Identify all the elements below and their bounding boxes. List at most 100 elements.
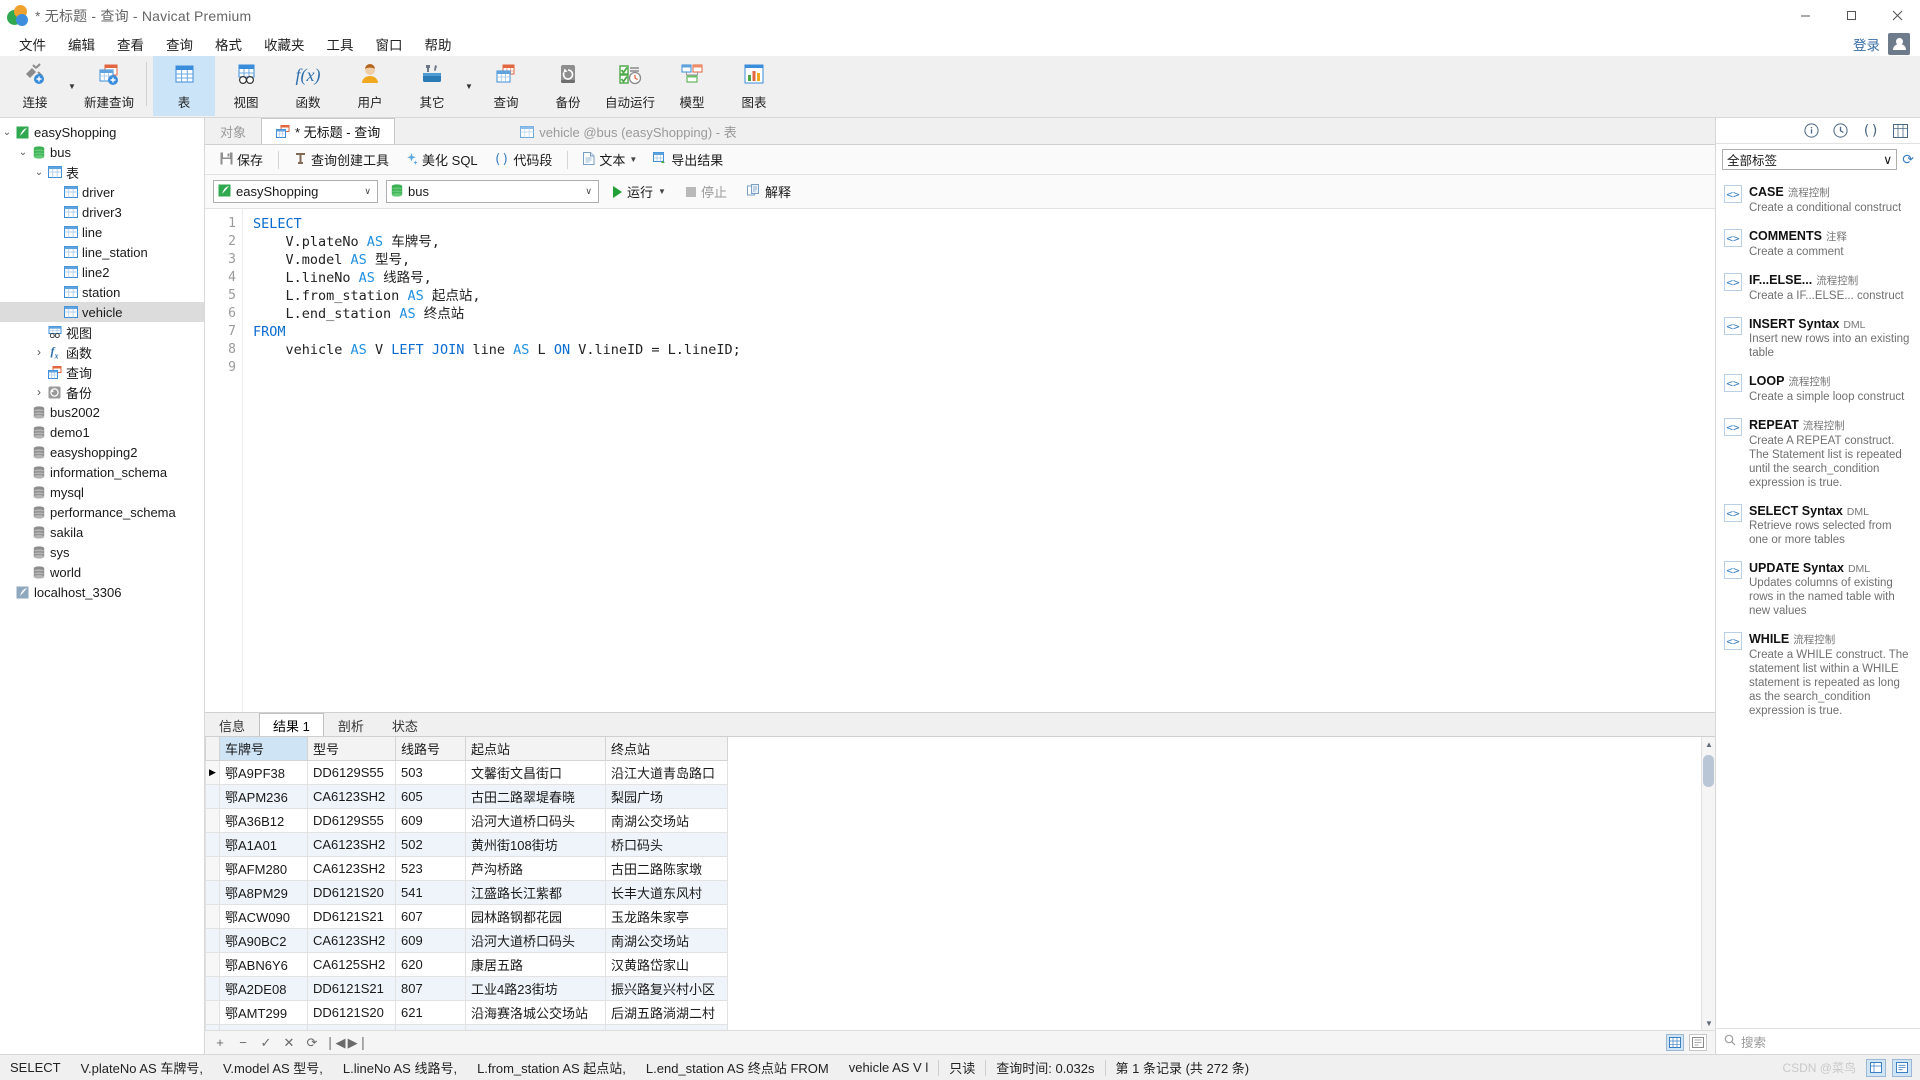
- result-tabstrip[interactable]: 信息 结果 1 剖析 状态: [205, 712, 1715, 736]
- refresh-record-icon[interactable]: ⟳: [305, 1035, 319, 1050]
- tree-item-driver[interactable]: driver: [0, 182, 204, 202]
- cell[interactable]: 807: [395, 976, 466, 1001]
- cell[interactable]: CA6123SH2: [307, 856, 396, 881]
- tree-item-world[interactable]: world: [0, 562, 204, 582]
- cell[interactable]: 古田二路翠堤春晓: [465, 784, 606, 809]
- menu-file[interactable]: 文件: [8, 32, 57, 56]
- table-row[interactable]: 鄂ABN6Y6 CA6125SH2 620 康居五路 汉黄路岱家山: [205, 952, 728, 977]
- table-row[interactable]: 鄂AMT299 DD6121S20 621 沿海赛洛城公交场站 后湖五路淌湖二村: [205, 1000, 728, 1025]
- snippet-item-2[interactable]: <> IF...ELSE... 流程控制 Create a IF...ELSE... …: [1716, 266, 1920, 310]
- twisty-right-icon[interactable]: ›: [32, 345, 46, 359]
- cell[interactable]: 鄂AMT299: [219, 1000, 308, 1025]
- column-header-0[interactable]: 车牌号: [219, 737, 308, 761]
- tree-item--[interactable]: ⌄ 表: [0, 162, 204, 182]
- cell[interactable]: DD6121S20: [307, 1000, 396, 1025]
- grid-view-button[interactable]: [1666, 1034, 1684, 1051]
- chevron-down-icon[interactable]: ∨: [364, 186, 373, 197]
- cell[interactable]: 鄂A36B12: [219, 808, 308, 833]
- tree-item-sys[interactable]: sys: [0, 542, 204, 562]
- add-record-icon[interactable]: +: [213, 1035, 227, 1050]
- table-row[interactable]: ▶ 鄂A9PF38 DD6129S55 503 文馨街文昌街口 沿江大道青岛路口: [205, 760, 728, 785]
- tab-vehicle-table[interactable]: vehicle @bus (easyShopping) - 表: [505, 118, 751, 144]
- tab-untitled-query[interactable]: * 无标题 - 查询: [261, 118, 396, 144]
- menu-help[interactable]: 帮助: [414, 32, 463, 56]
- cell[interactable]: 沿河大道桥口码头: [465, 808, 606, 833]
- toolbar-others[interactable]: 其它: [401, 56, 463, 116]
- login-link[interactable]: 登录: [1853, 34, 1880, 54]
- cell[interactable]: DD6121S20: [307, 880, 396, 905]
- cell[interactable]: 607: [395, 904, 466, 929]
- cell[interactable]: 古田二路陈家墩: [605, 856, 728, 881]
- export-result-button[interactable]: 导出结果: [646, 148, 730, 172]
- cell[interactable]: 工业4路23街坊: [465, 976, 606, 1001]
- cell[interactable]: 609: [395, 928, 466, 953]
- result-grid[interactable]: 车牌号 型号 线路号 起点站 终点站 ▶ 鄂A9PF38 DD6129S55 503 文馨街文昌街…: [205, 737, 728, 1030]
- toolbar-new-query[interactable]: 新建查询: [78, 56, 140, 116]
- result-tab-2[interactable]: 剖析: [324, 713, 378, 736]
- menu-window[interactable]: 窗口: [365, 32, 414, 56]
- menu-view[interactable]: 查看: [106, 32, 155, 56]
- result-vertical-scrollbar[interactable]: ▲ ▼: [1701, 737, 1715, 1030]
- snippet-search-row[interactable]: 搜索: [1716, 1028, 1920, 1054]
- cell[interactable]: CA6123SH2: [307, 784, 396, 809]
- tree-item-bus[interactable]: ⌄ bus: [0, 142, 204, 162]
- menu-favorites[interactable]: 收藏夹: [253, 32, 316, 56]
- cell[interactable]: 南湖公交场站: [605, 928, 728, 953]
- cell[interactable]: DD6121S21: [307, 904, 396, 929]
- others-dropdown-caret-icon[interactable]: ▼: [463, 57, 475, 117]
- status-form-button[interactable]: [1892, 1058, 1912, 1077]
- result-tab-0[interactable]: 信息: [205, 713, 259, 736]
- tree-item-line2[interactable]: line2: [0, 262, 204, 282]
- toolbar-backup[interactable]: 备份: [537, 56, 599, 116]
- code-snippet-button[interactable]: () 代码段: [487, 148, 560, 172]
- run-caret-icon[interactable]: ▼: [658, 187, 666, 196]
- cell[interactable]: 605: [395, 784, 466, 809]
- run-button[interactable]: 运行 ▼: [607, 180, 672, 204]
- toolbar-function[interactable]: f(x) 函数: [277, 56, 339, 116]
- table-row[interactable]: 鄂A1A01 CA6123SH2 502 黄州街108街坊 桥口码头: [205, 832, 728, 857]
- twisty-down-icon[interactable]: ⌄: [32, 167, 46, 178]
- cell[interactable]: 鄂A2DE08: [219, 976, 308, 1001]
- cell[interactable]: 502: [395, 832, 466, 857]
- snippet-item-0[interactable]: <> CASE 流程控制 Create a conditional construct: [1716, 178, 1920, 222]
- avatar[interactable]: [1888, 33, 1910, 55]
- toolbar-query[interactable]: 查询: [475, 56, 537, 116]
- result-tab-3[interactable]: 状态: [378, 713, 432, 736]
- cell[interactable]: 振兴路复兴村小区: [605, 976, 728, 1001]
- snippet-search-input[interactable]: 搜索: [1741, 1032, 1766, 1051]
- cancel-record-icon[interactable]: ✕: [282, 1035, 296, 1050]
- cell[interactable]: 玉龙路朱家亭: [605, 904, 728, 929]
- scroll-down-arrow-icon[interactable]: ▼: [1702, 1016, 1716, 1030]
- table-row[interactable]: 鄂A8PM29 DD6121S20 541 江盛路长江紫都 长丰大道东风村: [205, 880, 728, 905]
- cell[interactable]: 鄂AFM280: [219, 856, 308, 881]
- column-header-1[interactable]: 型号: [307, 737, 396, 761]
- cell[interactable]: 桥口码头: [605, 832, 728, 857]
- tree-item-vehicle[interactable]: vehicle: [0, 302, 204, 322]
- table-row[interactable]: 鄂AFM280 CA6123SH2 523 芦沟桥路 古田二路陈家墩: [205, 856, 728, 881]
- tree-item--[interactable]: › 备份: [0, 382, 204, 402]
- result-tab-1[interactable]: 结果 1: [259, 713, 324, 736]
- menu-edit[interactable]: 编辑: [57, 32, 106, 56]
- cell[interactable]: 鄂ACW090: [219, 904, 308, 929]
- snippet-item-1[interactable]: <> COMMENTS 注释 Create a comment: [1716, 222, 1920, 266]
- cell[interactable]: 梨园广场: [605, 784, 728, 809]
- cell[interactable]: CA6125SH2: [307, 952, 396, 977]
- cell[interactable]: 鄂A90BC2: [219, 928, 308, 953]
- confirm-record-icon[interactable]: ✓: [259, 1035, 273, 1050]
- toolbar-table[interactable]: 表: [153, 56, 215, 116]
- tree-item-easyshopping[interactable]: ⌄ easyShopping: [0, 122, 204, 142]
- table-row[interactable]: 鄂ACW090 DD6121S21 607 园林路钢都花园 玉龙路朱家亭: [205, 904, 728, 929]
- explain-button[interactable]: 解释: [741, 180, 797, 204]
- tree-item-mysql[interactable]: mysql: [0, 482, 204, 502]
- menu-tools[interactable]: 工具: [316, 32, 365, 56]
- tree-item-sakila[interactable]: sakila: [0, 522, 204, 542]
- connection-tree[interactable]: ⌄ easyShopping ⌄ bus ⌄ 表 driver driver3 line line…: [0, 118, 204, 1054]
- menu-query[interactable]: 查询: [155, 32, 204, 56]
- tree-item-station[interactable]: station: [0, 282, 204, 302]
- snippet-item-5[interactable]: <> REPEAT 流程控制 Create A REPEAT construct. T…: [1716, 411, 1920, 497]
- twisty-right-icon[interactable]: ›: [32, 385, 46, 399]
- twisty-down-icon[interactable]: ⌄: [0, 127, 14, 138]
- cell[interactable]: CA6123SH2: [307, 832, 396, 857]
- cell[interactable]: 长丰大道东风村: [605, 880, 728, 905]
- toolbar-chart[interactable]: 图表: [723, 56, 785, 116]
